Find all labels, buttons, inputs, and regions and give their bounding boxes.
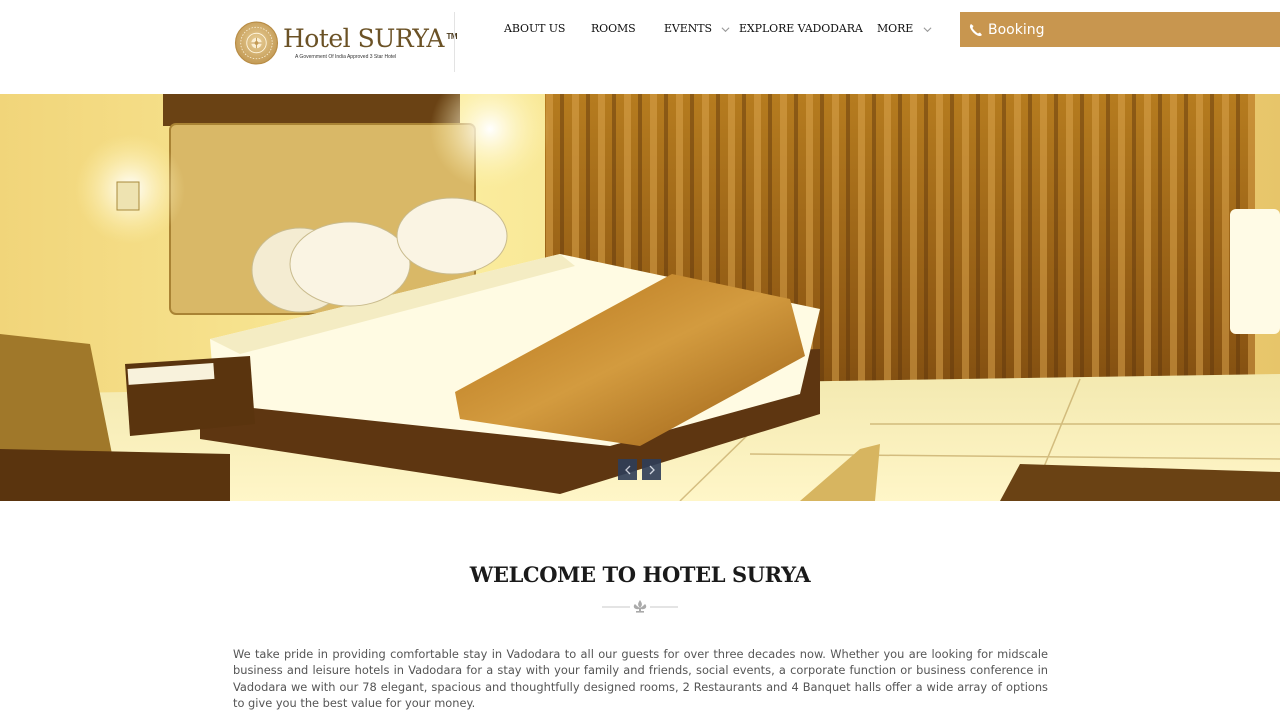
slider-prev-button[interactable]	[618, 459, 637, 480]
nav-item-explore-vadodara[interactable]: EXPLORE VADODARA	[739, 22, 863, 35]
slider-next-button[interactable]	[642, 459, 661, 480]
trademark-mark: TM	[446, 32, 457, 41]
booking-button[interactable]: Booking	[960, 12, 1280, 47]
nav-item-about-us[interactable]: ABOUT US	[504, 22, 565, 35]
hero-room-image	[0, 94, 1280, 501]
nav-item-label: EVENTS	[664, 22, 712, 35]
nav-item-more[interactable]: MORE	[877, 22, 932, 35]
nav-item-label: EXPLORE VADODARA	[739, 22, 863, 35]
hotel-name: Hotel SURYA	[282, 24, 445, 53]
welcome-title: WELCOME TO HOTEL SURYA	[469, 562, 811, 587]
sun-emblem-icon	[234, 21, 279, 65]
phone-icon	[969, 23, 982, 36]
nav-item-label: MORE	[877, 22, 914, 35]
chevron-left-icon	[624, 465, 630, 474]
chevron-down-icon	[923, 26, 932, 32]
hero-slider	[0, 94, 1280, 501]
nav-item-label: ABOUT US	[504, 22, 566, 35]
booking-label: Booking	[988, 21, 1045, 38]
fleur-de-lis-icon	[602, 600, 678, 613]
site-header: Hotel SURYA TM A Government Of India App…	[0, 0, 1280, 94]
hotel-logo[interactable]: Hotel SURYA TM A Government Of India App…	[234, 13, 457, 73]
nav-item-label: ROOMS	[591, 22, 636, 35]
hotel-tagline: A Government Of India Approved 3 Star Ho…	[294, 54, 397, 60]
header-divider	[454, 12, 455, 72]
chevron-down-icon	[721, 26, 730, 32]
chevron-right-icon	[649, 465, 655, 474]
welcome-description: We take pride in providing comfortable s…	[233, 647, 1048, 710]
nav-item-events[interactable]: EVENTS	[664, 22, 730, 35]
nav-item-rooms[interactable]: ROOMS	[591, 22, 636, 35]
